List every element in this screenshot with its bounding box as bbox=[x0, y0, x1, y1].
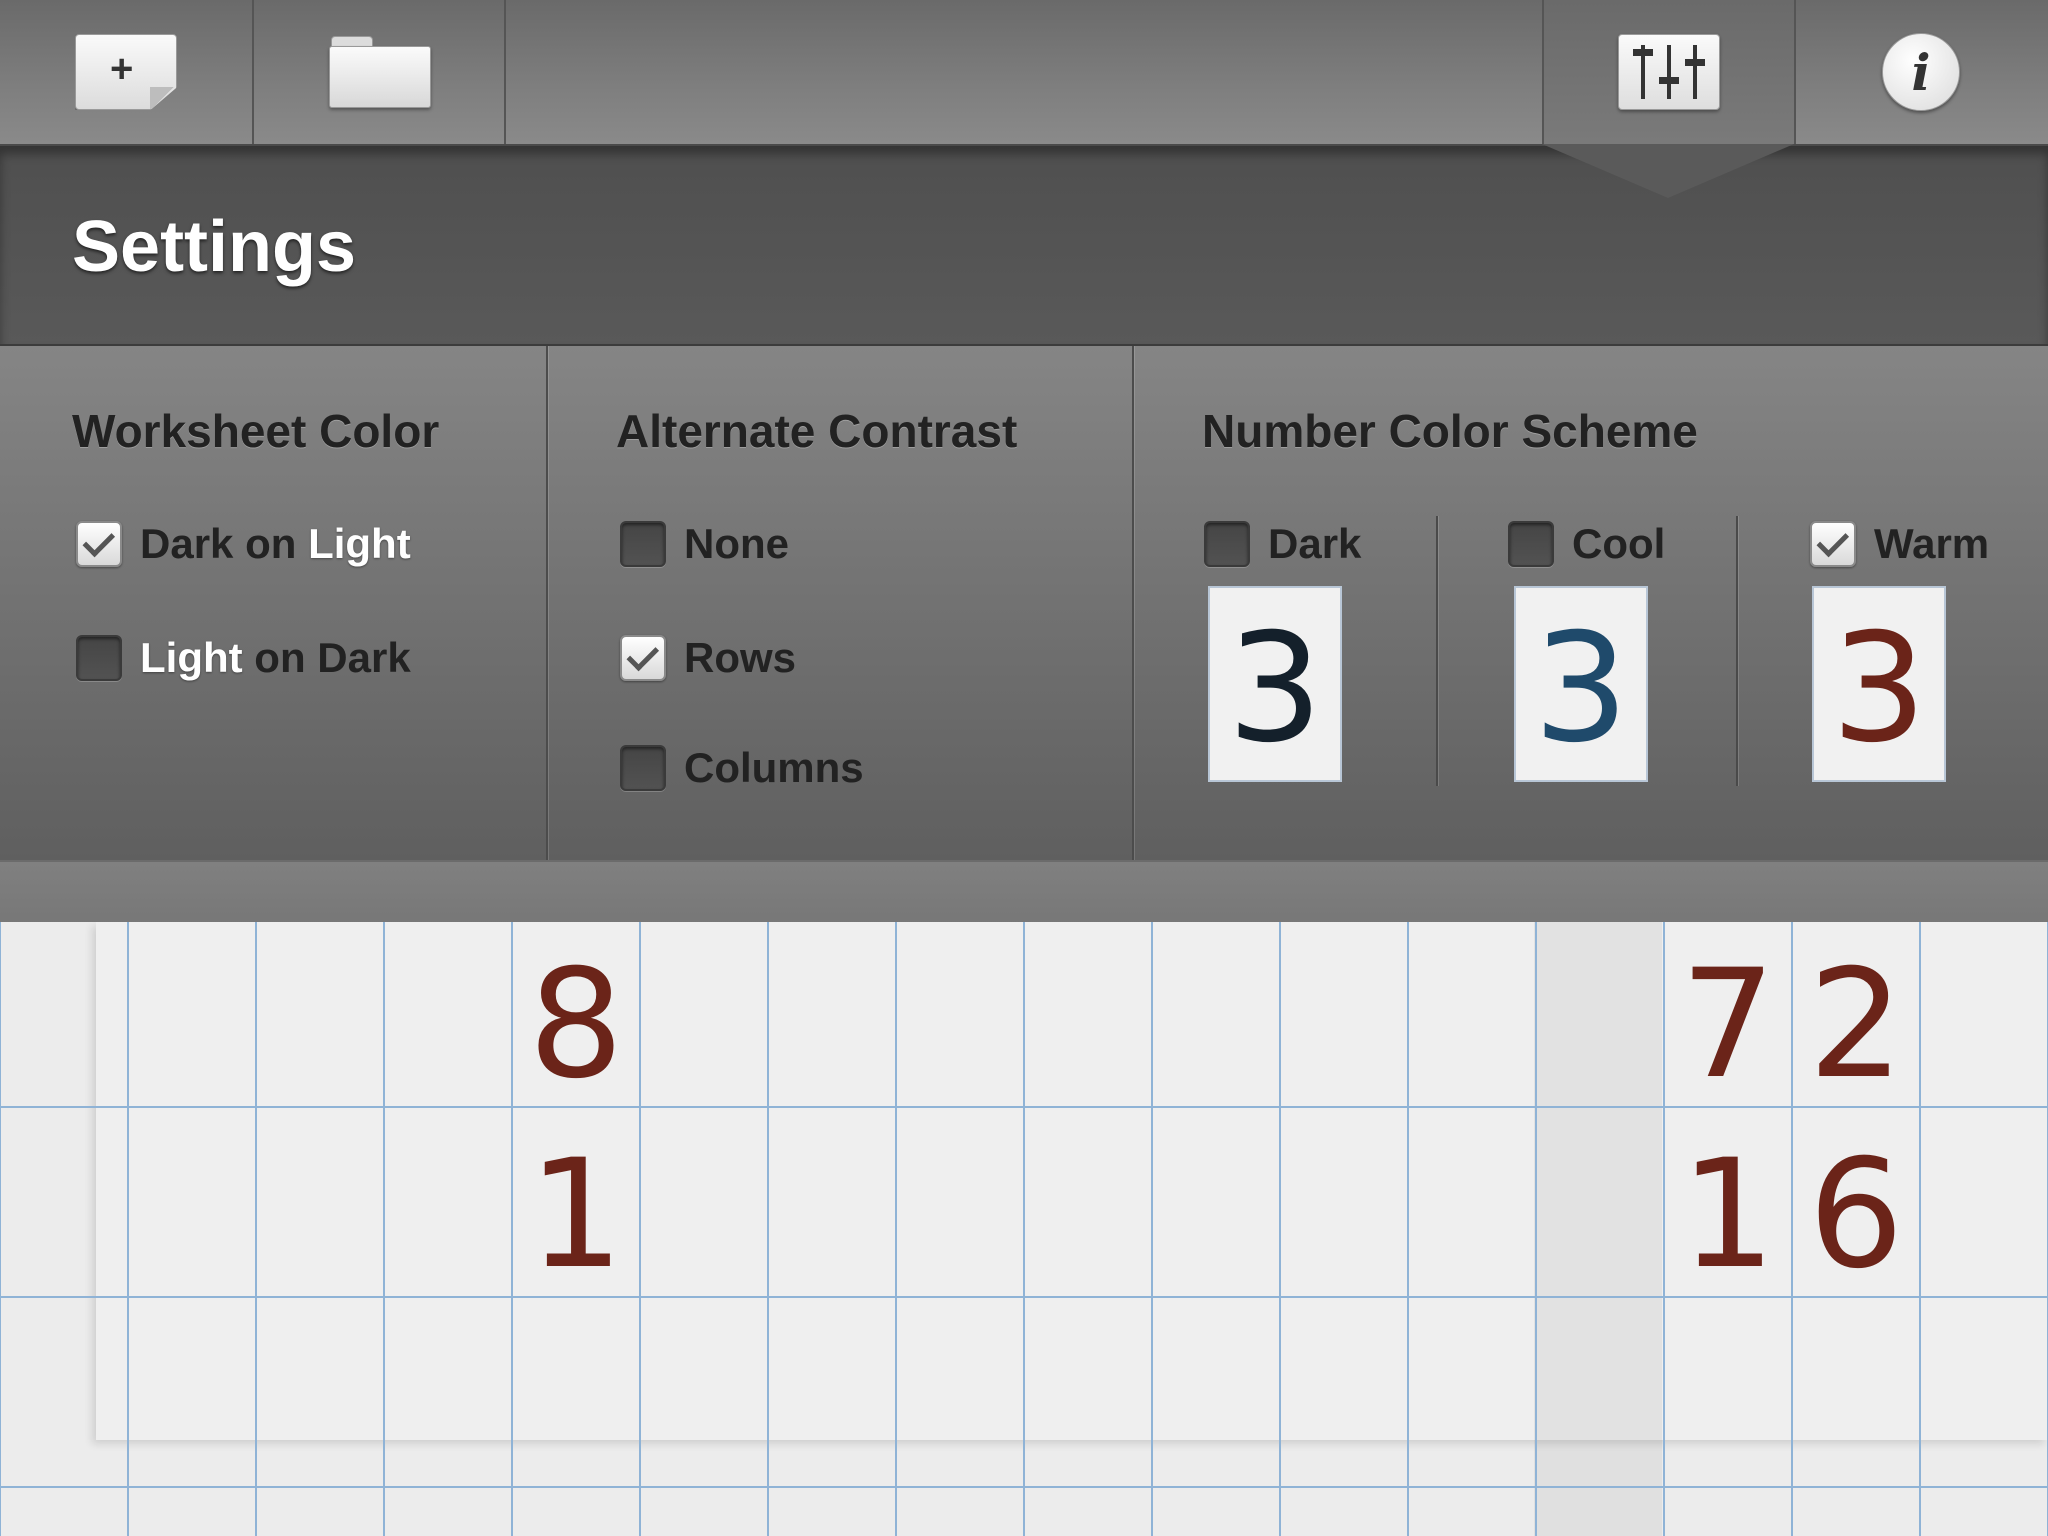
checkbox-light-on-dark[interactable] bbox=[76, 635, 122, 681]
slider-rail bbox=[1667, 45, 1671, 99]
sliders-icon bbox=[1618, 34, 1720, 110]
worksheet-cell-digit[interactable]: 6 bbox=[1792, 1140, 1920, 1290]
number-color-scheme-title: Number Color Scheme bbox=[1202, 405, 1698, 457]
scheme-label: Dark bbox=[1268, 520, 1362, 567]
panel-divider bbox=[546, 346, 548, 860]
folder-body bbox=[329, 46, 431, 108]
worksheet-cell-digit[interactable]: 1 bbox=[1664, 1140, 1792, 1290]
option-label: Columns bbox=[684, 744, 864, 791]
slider-knob bbox=[1685, 59, 1705, 66]
option-dark-on-light[interactable]: Dark on Light bbox=[76, 520, 411, 568]
worksheet[interactable]: 872116 bbox=[0, 922, 2048, 1536]
checkbox-none[interactable] bbox=[620, 521, 666, 567]
panel-divider bbox=[1132, 346, 1134, 860]
worksheet-cell-digit[interactable]: 2 bbox=[1792, 950, 1920, 1100]
option-label: None bbox=[684, 520, 789, 567]
option-rows[interactable]: Rows bbox=[620, 634, 796, 682]
settings-header: Settings bbox=[0, 146, 2048, 346]
label-part: on bbox=[242, 634, 318, 681]
toolbar: + i bbox=[0, 0, 2048, 146]
scheme-label: Warm bbox=[1874, 520, 1990, 567]
open-folder-button[interactable] bbox=[254, 0, 506, 144]
slider-rail bbox=[1693, 45, 1697, 99]
info-glyph: i bbox=[1911, 42, 1931, 102]
label-part: on bbox=[233, 520, 309, 567]
slider-knob bbox=[1633, 49, 1653, 56]
option-columns[interactable]: Columns bbox=[620, 744, 864, 792]
scheme-cool[interactable]: Cool bbox=[1508, 520, 1665, 568]
worksheet-cell-digit[interactable]: 1 bbox=[512, 1140, 640, 1290]
option-label: Rows bbox=[684, 634, 797, 681]
plus-icon: + bbox=[110, 47, 134, 91]
option-light-on-dark[interactable]: Light on Dark bbox=[76, 634, 411, 682]
worksheet-color-title: Worksheet Color bbox=[72, 405, 440, 457]
checkbox-scheme-warm[interactable] bbox=[1810, 521, 1856, 567]
settings-panels: Worksheet Color Dark on Light Light on D… bbox=[0, 346, 2048, 860]
folder-icon bbox=[329, 36, 431, 108]
new-document-icon: + bbox=[75, 34, 177, 110]
scheme-dark-sample[interactable]: 3 bbox=[1208, 586, 1342, 782]
scheme-divider bbox=[1736, 516, 1738, 786]
page-title: Settings bbox=[72, 207, 357, 287]
checkbox-columns[interactable] bbox=[620, 745, 666, 791]
page-fold bbox=[150, 87, 176, 109]
worksheet-cell-digit[interactable]: 7 bbox=[1664, 950, 1792, 1100]
info-button[interactable]: i bbox=[1794, 0, 2048, 144]
scheme-dark[interactable]: Dark bbox=[1204, 520, 1361, 568]
alternate-contrast-title: Alternate Contrast bbox=[616, 405, 1018, 457]
label-part-highlight: Light bbox=[308, 520, 411, 567]
option-label: Light on Dark bbox=[140, 634, 411, 682]
checkbox-scheme-dark[interactable] bbox=[1204, 521, 1250, 567]
settings-button[interactable] bbox=[1542, 0, 1796, 144]
slider-knob bbox=[1659, 77, 1679, 84]
worksheet-cell-digit[interactable]: 8 bbox=[512, 950, 640, 1100]
checkbox-dark-on-light[interactable] bbox=[76, 521, 122, 567]
checkbox-scheme-cool[interactable] bbox=[1508, 521, 1554, 567]
new-document-button[interactable]: + bbox=[0, 0, 254, 144]
scheme-warm[interactable]: Warm bbox=[1810, 520, 1989, 568]
scheme-label: Cool bbox=[1572, 520, 1666, 567]
panel-footer-bar bbox=[0, 860, 2048, 924]
option-none[interactable]: None bbox=[620, 520, 789, 568]
option-label: Dark on Light bbox=[140, 520, 411, 568]
scheme-cool-sample[interactable]: 3 bbox=[1514, 586, 1648, 782]
scheme-warm-sample[interactable]: 3 bbox=[1812, 586, 1946, 782]
label-part: Dark bbox=[317, 634, 411, 681]
label-part-highlight: Light bbox=[140, 634, 243, 681]
label-part: Dark bbox=[140, 520, 234, 567]
info-icon: i bbox=[1882, 33, 1960, 111]
checkbox-rows[interactable] bbox=[620, 635, 666, 681]
scheme-divider bbox=[1436, 516, 1438, 786]
